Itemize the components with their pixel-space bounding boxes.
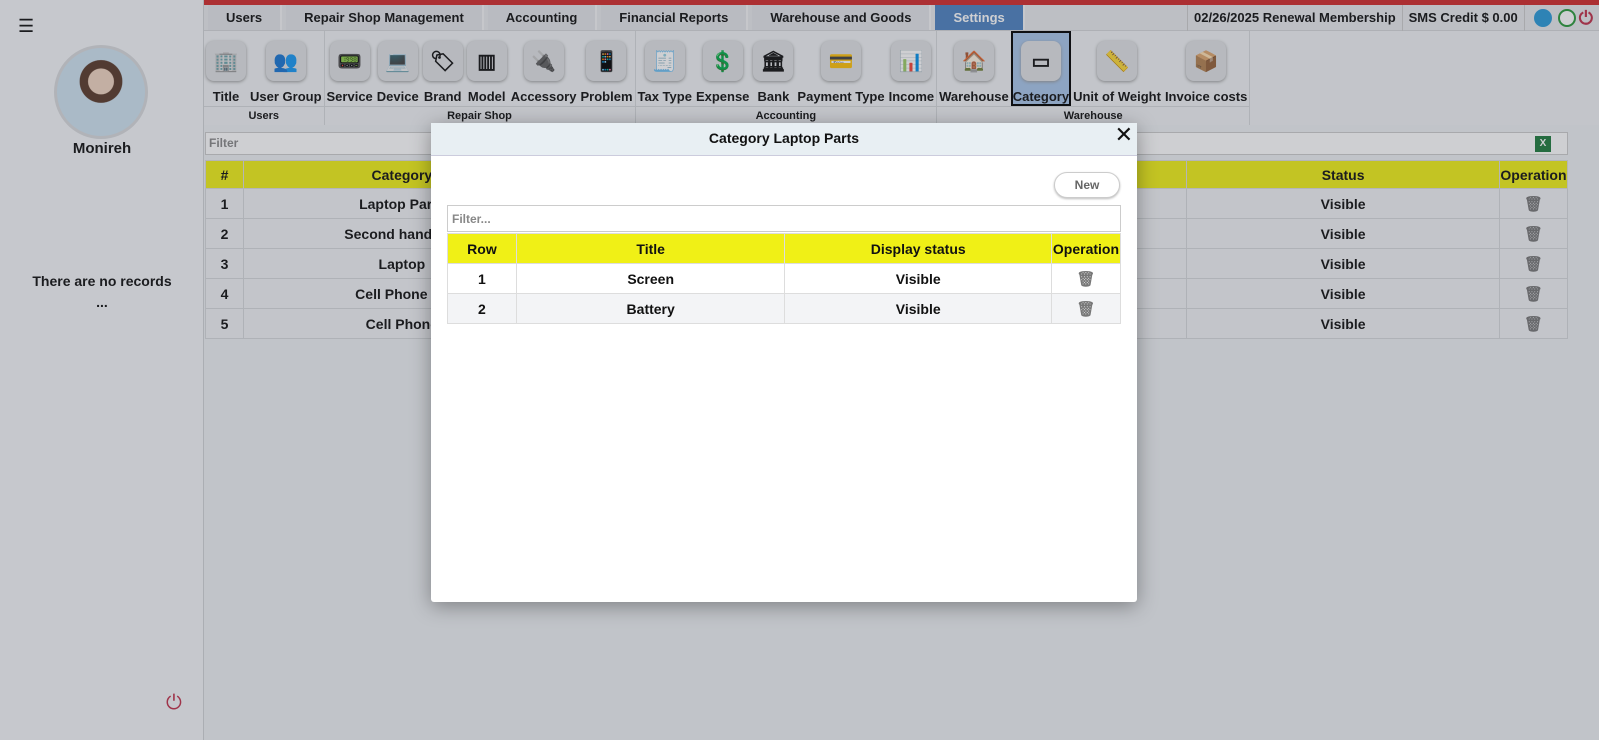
row-operation: 🗑 [1050, 293, 1122, 324]
column-header[interactable]: Row [447, 233, 517, 264]
column-header[interactable]: Title [515, 233, 786, 264]
table-row[interactable]: 2 Battery Visible 🗑 [447, 293, 1122, 324]
column-header[interactable]: Display status [784, 233, 1052, 264]
trash-icon[interactable]: 🗑 [1076, 301, 1095, 318]
row-operation: 🗑 [1050, 263, 1122, 294]
subcategory-table: Row Title Display status Operation 1 Screen Vi… [447, 233, 1122, 324]
trash-icon[interactable]: 🗑 [1076, 271, 1095, 288]
new-button[interactable]: New [1054, 172, 1120, 198]
row-title: Battery [515, 293, 786, 324]
close-icon[interactable]: ✕ [1115, 123, 1133, 147]
modal-title: Category Laptop Parts [431, 123, 1137, 156]
row-display-status: Visible [784, 263, 1052, 294]
column-header[interactable]: Operation [1050, 233, 1122, 264]
row-display-status: Visible [784, 293, 1052, 324]
category-modal: Category Laptop Parts ✕ New Filter... Ro… [431, 123, 1137, 602]
row-number: 2 [447, 293, 517, 324]
row-title: Screen [515, 263, 786, 294]
row-number: 1 [447, 263, 517, 294]
table-row[interactable]: 1 Screen Visible 🗑 [447, 263, 1122, 294]
modal-filter-input[interactable]: Filter... [447, 205, 1121, 232]
